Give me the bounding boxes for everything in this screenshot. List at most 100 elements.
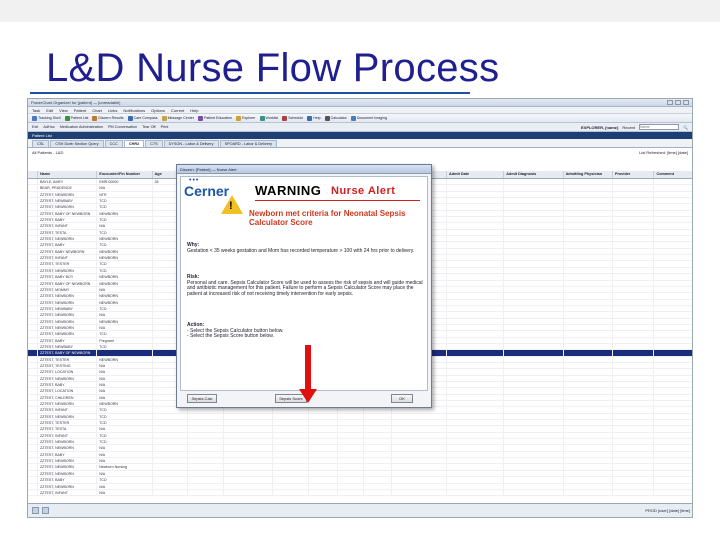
column-header[interactable]: Encounter/Fin Number	[97, 171, 153, 178]
table-cell	[28, 451, 38, 458]
toolbar-button[interactable]: Worklist	[259, 115, 278, 121]
menu-item[interactable]: Links	[108, 108, 117, 113]
table-cell	[613, 464, 655, 470]
toolbar-button[interactable]: Care Compass	[127, 115, 158, 121]
table-cell	[28, 248, 38, 255]
column-header[interactable]: Comment	[654, 171, 692, 178]
toolbar-button[interactable]: Calculator	[324, 115, 347, 121]
toolbar-button[interactable]: Document Imaging	[350, 115, 387, 121]
toolbar-button[interactable]: Message Center	[161, 115, 194, 121]
menu-item[interactable]: Chart	[92, 108, 102, 113]
secondary-toolbar-button[interactable]: PM Conversation	[108, 125, 137, 129]
slide-top-bar	[0, 0, 720, 22]
secondary-toolbar-button[interactable]: Exit	[32, 125, 38, 129]
maximize-icon[interactable]	[675, 100, 681, 105]
table-cell	[613, 236, 655, 242]
table-cell: ZZTEST, TESTING	[38, 362, 98, 369]
toolbar-button[interactable]: Patient List	[64, 115, 88, 121]
secondary-toolbar-button[interactable]: Print	[161, 125, 169, 129]
table-cell: ZZTEST, NEWBORN	[38, 236, 98, 242]
table-cell	[613, 432, 655, 439]
table-cell	[613, 350, 655, 356]
secondary-toolbar-button[interactable]: AdHoc	[43, 125, 54, 129]
menu-item[interactable]: Current	[171, 108, 184, 113]
tab[interactable]: DYSON - Labor & Delivery	[163, 140, 219, 147]
table-cell	[654, 471, 692, 476]
toolbar-button[interactable]: Tracking Shell	[32, 115, 61, 121]
table-cell	[613, 470, 655, 477]
table-cell: N/A	[97, 483, 153, 489]
table-cell	[613, 343, 655, 350]
table-cell	[564, 439, 613, 445]
table-cell	[338, 477, 365, 483]
menu-item[interactable]: Options	[151, 108, 165, 113]
table-cell	[447, 324, 505, 331]
table-cell: Pregnant	[97, 337, 153, 343]
table-cell	[613, 407, 655, 413]
table-cell	[613, 439, 655, 445]
table-cell	[654, 204, 692, 209]
table-cell	[364, 439, 392, 445]
toolbar-button[interactable]: Schedule	[282, 115, 303, 121]
toolbar-button[interactable]: Patient Education	[197, 115, 232, 121]
table-cell	[153, 439, 189, 445]
patient-search-input[interactable]	[639, 124, 680, 130]
tab[interactable]: SPOARD - Labor & Delivery	[219, 140, 278, 147]
table-cell	[392, 407, 448, 413]
table-cell	[28, 407, 38, 413]
menu-item[interactable]: Help	[190, 108, 198, 113]
table-cell	[364, 483, 392, 489]
column-header[interactable]: Admit Date	[447, 171, 505, 178]
toolbar-button[interactable]: Help	[307, 115, 321, 121]
recent-button[interactable]: Recent	[622, 125, 635, 130]
toolbar-button[interactable]: Discern Results	[92, 115, 124, 121]
table-cell	[224, 464, 274, 470]
table-cell: TCD	[97, 420, 153, 426]
table-cell	[28, 242, 38, 248]
secondary-toolbar-button[interactable]: Medication Administration	[60, 125, 103, 129]
close-icon[interactable]	[683, 100, 689, 105]
minimize-icon[interactable]	[667, 100, 673, 105]
tab[interactable]: CCC	[104, 140, 123, 147]
tab[interactable]: CHR2	[123, 140, 145, 147]
tab[interactable]: C7S	[145, 140, 163, 147]
table-cell	[28, 318, 38, 324]
menu-item[interactable]: Notifications	[123, 108, 145, 113]
toolbar-button[interactable]: Explorer	[236, 115, 256, 121]
menu-item[interactable]: Task	[32, 108, 40, 113]
table-cell	[97, 350, 153, 356]
ok-button[interactable]: OK	[391, 394, 413, 403]
table-row[interactable]: ZZTEST, INFANT N/A	[28, 489, 692, 497]
search-icon[interactable]: 🔍	[683, 125, 688, 130]
table-cell	[447, 261, 505, 267]
column-header[interactable]: Admitting Physician	[564, 171, 613, 178]
menu-item[interactable]: Patient	[74, 108, 86, 113]
table-cell	[28, 401, 38, 407]
table-cell	[273, 445, 309, 451]
table-cell	[28, 343, 38, 350]
secondary-toolbar-button[interactable]: Tear Off	[142, 125, 155, 129]
table-cell	[447, 362, 505, 369]
table-cell	[28, 382, 38, 388]
menu-item[interactable]: View	[59, 108, 68, 113]
tab[interactable]: CSL	[32, 140, 50, 147]
column-header[interactable]: Name	[38, 171, 98, 178]
column-header[interactable]: Provider	[613, 171, 655, 178]
table-cell	[504, 382, 564, 388]
sepsis-calc-button[interactable]: Sepsis Calc	[187, 394, 217, 403]
column-header[interactable]: Admit Diagnosis	[504, 171, 564, 178]
table-cell	[613, 369, 655, 375]
menu-item[interactable]: Edit	[46, 108, 53, 113]
table-cell: TCD	[97, 407, 153, 413]
table-cell	[28, 179, 38, 185]
table-cell	[364, 407, 392, 413]
column-header[interactable]	[28, 171, 38, 178]
tab[interactable]: CSH Dueb Section Query	[50, 140, 104, 147]
table-cell	[447, 286, 505, 293]
table-cell	[447, 407, 505, 413]
table-cell	[654, 300, 692, 305]
table-cell	[153, 464, 189, 470]
table-cell	[392, 432, 448, 439]
table-cell	[654, 477, 692, 482]
table-cell	[28, 470, 38, 477]
